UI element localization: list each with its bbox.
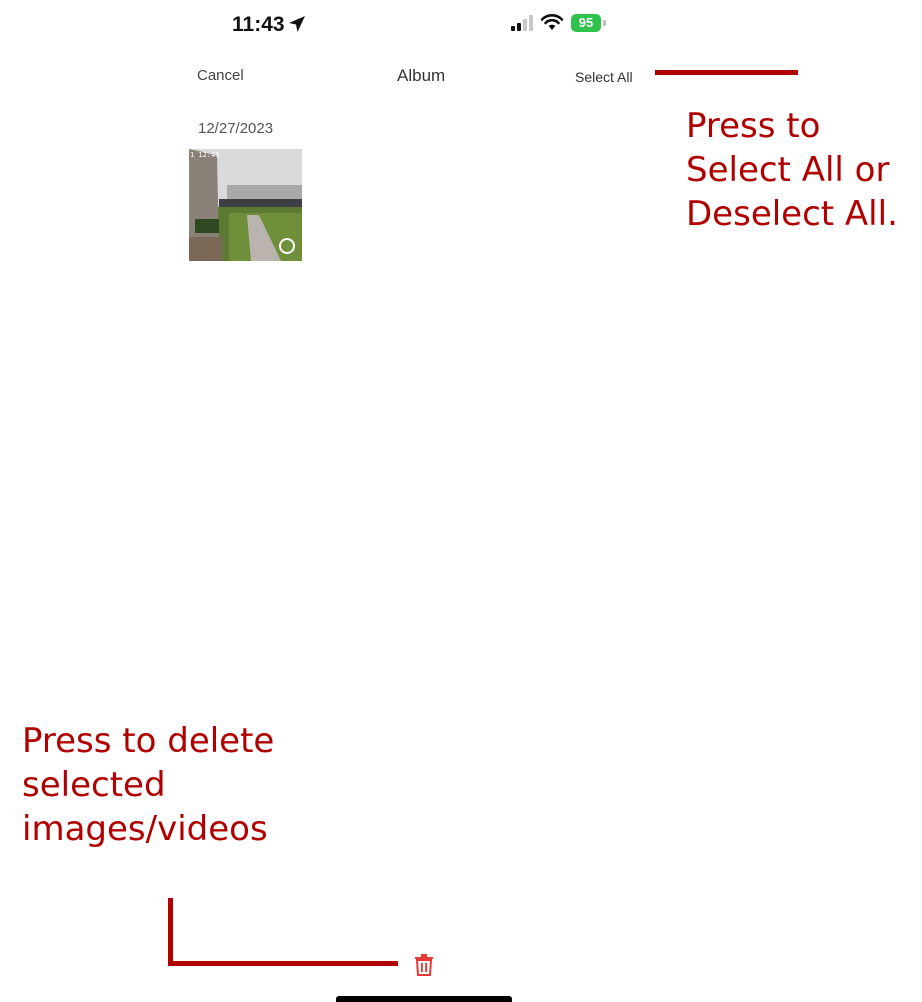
battery-level: 95 xyxy=(571,14,601,32)
annotation-line: Press to delete xyxy=(22,721,275,761)
photo-thumbnail[interactable]: 1 12:46 xyxy=(189,149,302,261)
thumbnail-timestamp: 1 12:46 xyxy=(190,151,220,159)
cancel-button[interactable]: Cancel xyxy=(197,67,244,84)
annotation-line: Press to xyxy=(686,106,821,146)
select-checkbox[interactable] xyxy=(279,238,295,254)
annotation-line: selected xyxy=(22,765,166,805)
select-all-annotation: Press to Select All or Deselect All. xyxy=(686,104,898,236)
delete-callout-line-horizontal xyxy=(168,961,398,966)
delete-annotation: Press to delete selected images/videos xyxy=(22,719,274,851)
trash-icon[interactable] xyxy=(414,954,434,976)
delete-callout-line-vertical xyxy=(168,898,173,966)
battery-indicator: 95 xyxy=(571,14,607,32)
wifi-icon xyxy=(540,14,564,30)
battery-nub xyxy=(603,20,606,26)
annotation-line: images/videos xyxy=(22,809,268,849)
date-header: 12/27/2023 xyxy=(198,120,274,137)
cellular-signal-icon xyxy=(511,15,533,31)
select-all-callout-line xyxy=(655,70,798,75)
annotation-line: Select All or xyxy=(686,150,890,190)
page-title: Album xyxy=(397,66,446,85)
location-arrow-icon xyxy=(289,16,305,32)
annotation-line: Deselect All. xyxy=(686,194,898,234)
select-all-button[interactable]: Select All xyxy=(575,69,633,85)
home-indicator xyxy=(336,996,512,1002)
status-time: 11:43 xyxy=(232,13,285,36)
